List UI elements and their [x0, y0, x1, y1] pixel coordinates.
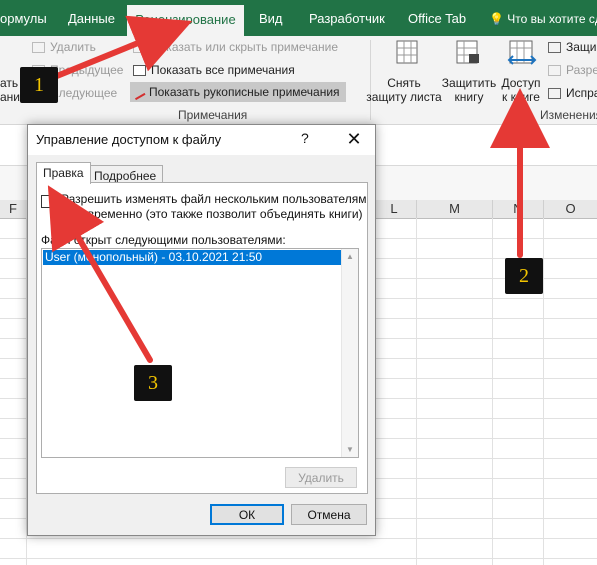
allow-multi-user-label-line2: одновременно (это также позволит объедин… [61, 207, 363, 221]
share-workbook-dialog: Управление доступом к файлу ? ✕ Правка П… [27, 124, 376, 536]
column-header-m[interactable]: M [417, 200, 493, 219]
protect-workbook-button[interactable]: Защитить книгу [437, 76, 501, 104]
delete-comment-icon [32, 42, 45, 53]
scroll-up-icon[interactable]: ▲ [346, 252, 354, 261]
open-by-users-label: Файл открыт следующими пользователями: [41, 233, 286, 247]
show-all-comments-icon [133, 65, 146, 76]
allow-edit-ranges-icon [548, 65, 561, 76]
unprotect-sheet-label-2: защиту листа [366, 90, 442, 104]
users-listbox[interactable]: User (монопольный) - 03.10.2021 21:50 ▲ … [41, 248, 359, 458]
annotation-badge-3: 3 [134, 365, 172, 401]
protect-workbook-icon [455, 40, 481, 66]
remove-user-button[interactable]: Удалить [285, 467, 357, 488]
comments-group-label: Примечания [178, 108, 248, 122]
tab-editing[interactable]: Правка [36, 162, 91, 184]
tab-formulas[interactable]: ормулы [0, 0, 47, 36]
lightbulb-icon: 💡 [489, 12, 504, 26]
allow-edit-ranges-button[interactable]: Разре [548, 63, 597, 77]
close-icon[interactable]: ✕ [341, 127, 367, 151]
tab-office-tab[interactable]: Office Tab [408, 0, 466, 36]
cancel-button[interactable]: Отмена [291, 504, 367, 525]
share-workbook-button[interactable]: Доступ к книге [498, 76, 544, 104]
allow-multi-user-label-line1: Разрешить изменять файл нескольким польз… [61, 192, 367, 206]
show-hide-comment-button[interactable]: Показать или скрыть примечание [133, 40, 338, 54]
scroll-down-icon[interactable]: ▼ [346, 445, 354, 454]
listbox-scrollbar[interactable]: ▲ ▼ [341, 249, 358, 457]
unprotect-sheet-label-1: Снять [387, 76, 421, 90]
share-workbook-icon [507, 40, 537, 68]
tab-review[interactable]: Рецензирование [127, 5, 244, 36]
protect-share-icon [548, 42, 561, 53]
tab-view[interactable]: Вид [259, 0, 283, 36]
tab-developer[interactable]: Разработчик [309, 0, 385, 36]
delete-comment-button[interactable]: Удалить [32, 40, 96, 54]
column-header-n[interactable]: N [493, 200, 544, 219]
unprotect-sheet-button[interactable]: Снять защиту листа [364, 76, 444, 104]
tab-data[interactable]: Данные [68, 0, 115, 36]
ok-button[interactable]: ОК [210, 504, 284, 525]
new-comment-cut-label: ать [0, 76, 19, 90]
show-hide-comment-icon [133, 42, 146, 53]
dialog-title: Управление доступом к файлу [36, 132, 222, 147]
protect-workbook-label-2: книгу [454, 90, 484, 104]
ink-pen-icon [131, 86, 146, 101]
share-workbook-label-2: к книге [502, 90, 540, 104]
changes-group-label: Изменения [540, 108, 597, 122]
column-header-o[interactable]: O [544, 200, 597, 219]
unprotect-sheet-icon [395, 40, 421, 66]
grid-column-line [416, 218, 417, 565]
list-item[interactable]: User (монопольный) - 03.10.2021 21:50 [43, 250, 343, 265]
protect-share-button[interactable]: Защи [548, 40, 597, 54]
dialog-title-bar[interactable]: Управление доступом к файлу ? ✕ [28, 125, 375, 155]
share-workbook-label-1: Доступ [501, 76, 541, 90]
ribbon-body: ать ание Удалить Предыдущее Следующее По… [0, 36, 597, 125]
tell-me-box[interactable]: 💡 Что вы хотите сд [489, 0, 597, 36]
show-all-comments-button[interactable]: Показать все примечания [133, 63, 295, 77]
tell-me-text: Что вы хотите сд [507, 12, 597, 26]
allow-multi-user-checkbox[interactable] [41, 195, 54, 208]
help-button[interactable]: ? [301, 130, 309, 146]
column-header-f[interactable]: F [0, 200, 27, 219]
column-header-l[interactable]: L [372, 200, 417, 219]
protect-workbook-label-1: Защитить [441, 76, 497, 90]
track-changes-button[interactable]: Испра [548, 86, 597, 100]
grid-column-line [543, 218, 544, 565]
ribbon-tab-bar: ормулы Данные Рецензирование Вид Разрабо… [0, 0, 597, 36]
grid-column-line [492, 218, 493, 565]
grid-row-line [0, 558, 597, 559]
annotation-badge-2: 2 [505, 258, 543, 294]
show-ink-comments-button[interactable]: Показать рукописные примечания [130, 82, 346, 102]
allow-multi-user-label[interactable]: Разрешить изменять файл нескольким польз… [61, 192, 366, 222]
track-changes-icon [548, 88, 561, 99]
annotation-badge-1: 1 [20, 67, 58, 103]
grid-row-line [0, 538, 597, 539]
